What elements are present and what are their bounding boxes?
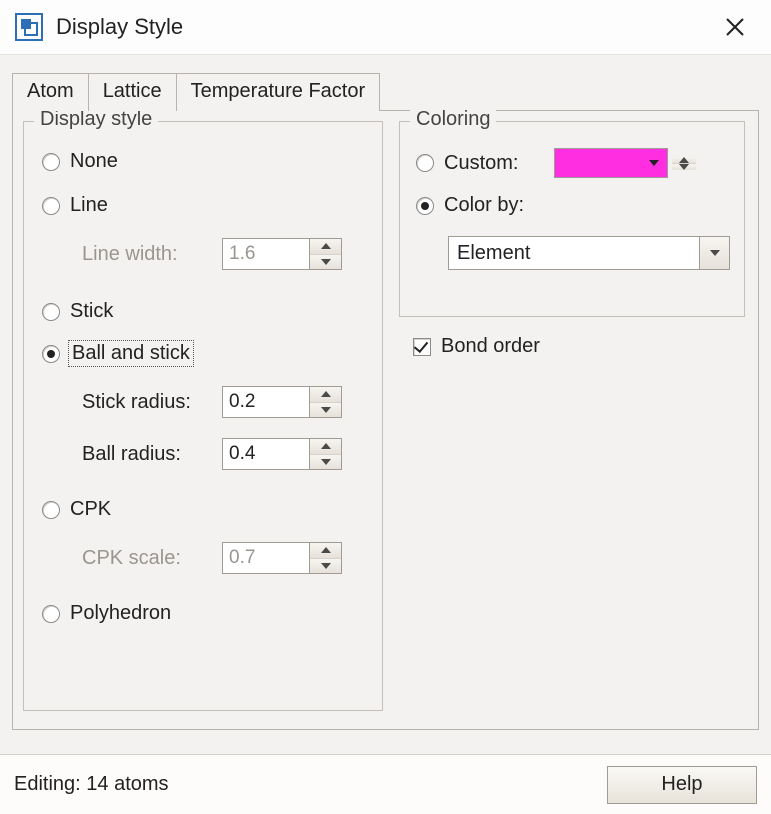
help-button-label: Help [661, 773, 702, 796]
radio-row-custom-color[interactable]: Custom: [416, 148, 732, 178]
stick-radius-input[interactable] [223, 387, 309, 417]
stick-radius-label: Stick radius: [82, 391, 222, 414]
cpk-scale-label: CPK scale: [82, 547, 222, 570]
tab-atom[interactable]: Atom [12, 73, 89, 111]
spin-down-icon[interactable] [310, 454, 341, 470]
checkbox-bond-order-label: Bond order [441, 335, 540, 358]
radio-color-by-dot [416, 197, 434, 215]
tab-lattice[interactable]: Lattice [88, 73, 177, 111]
radio-polyhedron-dot [42, 605, 60, 623]
radio-none-dot [42, 153, 60, 171]
window-title: Display Style [56, 14, 713, 40]
radio-cpk-dot [42, 501, 60, 519]
line-width-label: Line width: [82, 243, 222, 266]
help-button[interactable]: Help [607, 766, 757, 804]
custom-color-spin[interactable] [672, 157, 696, 170]
radio-row-color-by[interactable]: Color by: [416, 194, 524, 217]
window-root: Display Style Atom Lattice Temperature F… [0, 0, 771, 814]
radio-none-label: None [70, 150, 118, 173]
group-coloring-legend: Coloring [410, 108, 496, 131]
radio-line-dot [42, 197, 60, 215]
spin-down-icon[interactable] [672, 163, 696, 170]
chevron-down-icon [649, 160, 659, 166]
spin-up-icon[interactable] [310, 387, 341, 402]
stick-radius-spin-buttons[interactable] [309, 387, 341, 417]
group-coloring: Coloring Custom: C [399, 121, 745, 317]
row-cpk-scale: CPK scale: [82, 542, 368, 574]
row-line-width: Line width: [82, 238, 368, 270]
status-bar: Editing: 14 atoms Help [0, 754, 771, 814]
ball-radius-label: Ball radius: [82, 443, 222, 466]
row-ball-radius: Ball radius: [82, 438, 368, 470]
tab-atom-label: Atom [27, 80, 74, 102]
radio-row-polyhedron[interactable]: Polyhedron [42, 602, 368, 625]
custom-color-swatch [555, 149, 667, 177]
checkbox-bond-order-box [413, 338, 431, 356]
spin-up-icon[interactable] [310, 239, 341, 254]
checkbox-row-bond-order[interactable]: Bond order [413, 335, 540, 358]
stick-radius-spinner[interactable] [222, 386, 342, 418]
color-by-select-value: Element [457, 242, 530, 265]
custom-color-dropdown[interactable] [554, 148, 668, 178]
radio-line-label: Line [70, 194, 108, 217]
spin-up-icon[interactable] [310, 439, 341, 454]
spin-up-icon[interactable] [310, 543, 341, 558]
radio-cpk-label: CPK [70, 498, 111, 521]
close-button[interactable] [713, 5, 757, 49]
ball-radius-input[interactable] [223, 439, 309, 469]
radio-ball-and-stick-label: Ball and stick [70, 342, 192, 365]
group-display-style-legend: Display style [34, 108, 158, 131]
tabpage-atom: Display style None Line Line width: [12, 110, 759, 730]
chevron-down-icon [699, 237, 729, 269]
cpk-scale-input[interactable] [223, 543, 309, 573]
tab-temperature-label: Temperature Factor [191, 80, 366, 102]
radio-row-stick[interactable]: Stick [42, 300, 368, 323]
close-icon [725, 17, 745, 37]
spin-down-icon[interactable] [310, 254, 341, 270]
tab-temperature-factor[interactable]: Temperature Factor [176, 73, 381, 111]
ball-radius-spin-buttons[interactable] [309, 439, 341, 469]
radio-row-none[interactable]: None [42, 150, 368, 173]
radio-stick-dot [42, 303, 60, 321]
group-display-style: Display style None Line Line width: [23, 121, 383, 711]
tab-strip: Atom Lattice Temperature Factor [12, 73, 759, 111]
cpk-scale-spinner[interactable] [222, 542, 342, 574]
radio-stick-label: Stick [70, 300, 113, 323]
radio-polyhedron-label: Polyhedron [70, 602, 171, 625]
radio-custom-dot [416, 154, 434, 172]
tab-lattice-label: Lattice [103, 80, 162, 102]
client-area: Atom Lattice Temperature Factor Display … [0, 54, 771, 754]
row-color-by-select: Element [448, 236, 730, 270]
color-by-select[interactable]: Element [448, 236, 730, 270]
spin-down-icon[interactable] [310, 558, 341, 574]
radio-ball-and-stick-dot [42, 345, 60, 363]
ball-radius-spinner[interactable] [222, 438, 342, 470]
radio-row-cpk[interactable]: CPK [42, 498, 368, 521]
cpk-scale-spin-buttons[interactable] [309, 543, 341, 573]
radio-row-ball-and-stick[interactable]: Ball and stick [42, 342, 368, 365]
app-icon [14, 12, 44, 42]
line-width-spin-buttons[interactable] [309, 239, 341, 269]
radio-custom-label: Custom: [444, 152, 554, 175]
row-stick-radius: Stick radius: [82, 386, 368, 418]
titlebar: Display Style [0, 0, 771, 54]
radio-color-by-label: Color by: [444, 194, 524, 217]
spin-down-icon[interactable] [310, 402, 341, 418]
line-width-spinner[interactable] [222, 238, 342, 270]
status-text: Editing: 14 atoms [14, 773, 169, 796]
radio-row-line[interactable]: Line [42, 194, 368, 217]
line-width-input[interactable] [223, 239, 309, 269]
